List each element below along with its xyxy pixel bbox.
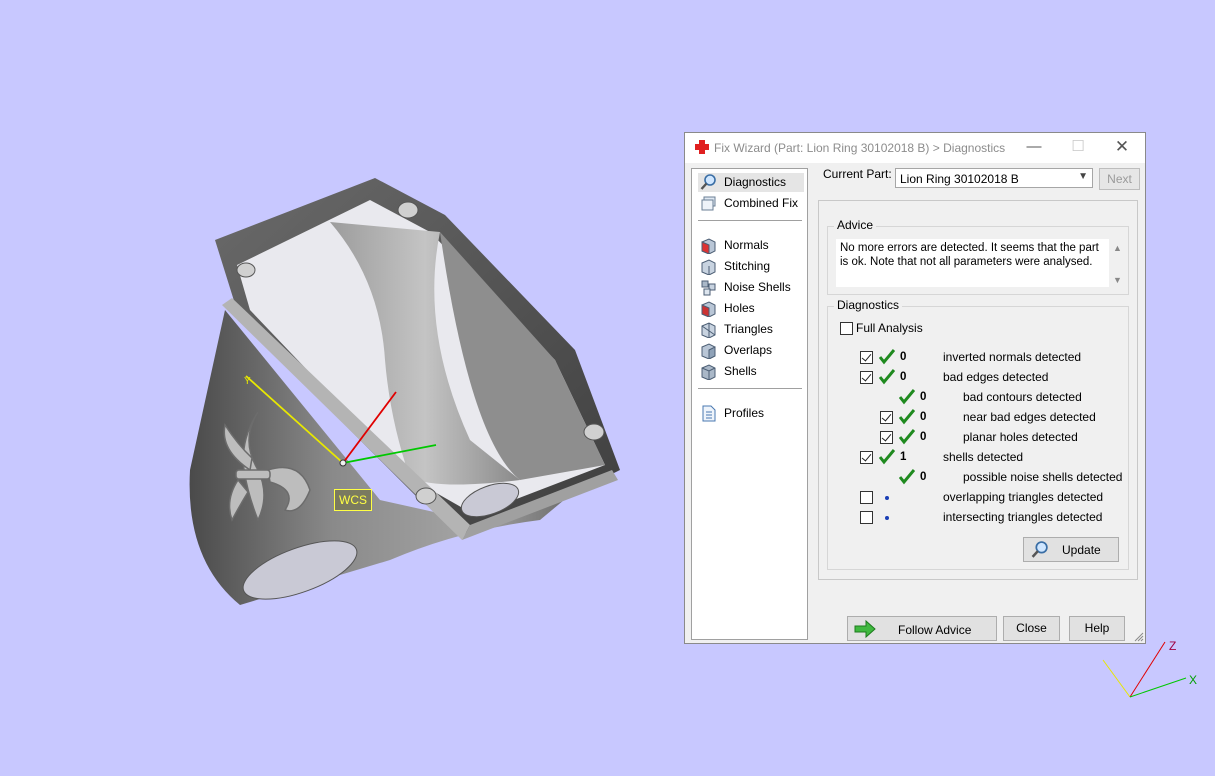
overlaps-cube-icon: [701, 343, 716, 359]
row-checkbox[interactable]: [880, 431, 893, 444]
advice-title: Advice: [834, 218, 877, 232]
dialog-title: Fix Wizard (Part: Lion Ring 30102018 B) …: [714, 141, 1006, 155]
maximize-button[interactable]: ☐: [1055, 133, 1101, 163]
axis-x-label: X: [1189, 673, 1197, 687]
wcs-label: WCS: [334, 489, 372, 511]
pending-dot-icon: [885, 516, 889, 520]
fix-wizard-dialog: Fix Wizard (Part: Lion Ring 30102018 B) …: [684, 132, 1146, 644]
diagnostics-group: Diagnostics Full Analysis 0 inverted nor…: [827, 298, 1129, 570]
row-checkbox[interactable]: [880, 411, 893, 424]
nav-item-normals[interactable]: Normals: [698, 236, 804, 255]
scroll-up-icon[interactable]: ▲: [1113, 241, 1122, 255]
diagnostics-panel: Advice No more errors are detected. It s…: [818, 200, 1138, 580]
row-checkbox[interactable]: [860, 351, 873, 364]
shells-cube-icon: [701, 364, 716, 380]
advice-scrollbar[interactable]: ▲ ▼: [1109, 239, 1126, 287]
minimize-button[interactable]: —: [1011, 133, 1057, 163]
nav-item-combined-fix[interactable]: Combined Fix: [698, 194, 804, 213]
normals-cube-icon: [701, 238, 716, 254]
nav-item-overlaps[interactable]: Overlaps: [698, 341, 804, 360]
nav-item-triangles[interactable]: Triangles: [698, 320, 804, 339]
nav-item-holes[interactable]: Holes: [698, 299, 804, 318]
nav-item-noise-shells[interactable]: Noise Shells: [698, 278, 804, 297]
check-icon: [899, 429, 915, 445]
nav-item-diagnostics[interactable]: Diagnostics: [698, 173, 804, 192]
dialog-titlebar[interactable]: Fix Wizard (Part: Lion Ring 30102018 B) …: [685, 133, 1145, 163]
chevron-down-icon: ▼: [1078, 171, 1088, 182]
nav-separator: [698, 220, 802, 221]
advice-box: No more errors are detected. It seems th…: [836, 239, 1126, 287]
scroll-down-icon[interactable]: ▼: [1113, 273, 1122, 287]
current-part-select[interactable]: Lion Ring 30102018 B ▼: [895, 168, 1093, 188]
check-icon: [879, 369, 895, 385]
check-icon: [879, 449, 895, 465]
row-checkbox[interactable]: [860, 511, 873, 524]
nav-separator: [698, 388, 802, 389]
check-icon: [899, 389, 915, 405]
pending-dot-icon: [885, 496, 889, 500]
magnifier-icon: [1031, 541, 1048, 558]
close-button[interactable]: Close: [1003, 616, 1060, 641]
full-analysis-checkbox[interactable]: [840, 322, 853, 335]
noise-shells-icon: [701, 280, 716, 296]
advice-text: No more errors are detected. It seems th…: [840, 242, 1099, 268]
resize-grip-icon[interactable]: [1134, 632, 1144, 642]
close-window-button[interactable]: ✕: [1099, 133, 1145, 163]
axis-triad: Z X: [1102, 639, 1197, 698]
full-analysis-label: Full Analysis: [856, 321, 923, 335]
green-arrow-icon: [854, 620, 876, 638]
advice-group: Advice No more errors are detected. It s…: [827, 218, 1129, 295]
row-checkbox[interactable]: [860, 371, 873, 384]
triangles-cube-icon: [701, 322, 716, 338]
follow-advice-button[interactable]: Follow Advice: [847, 616, 997, 641]
nav-item-shells[interactable]: Shells: [698, 362, 804, 381]
current-part-label: Current Part:: [823, 167, 892, 181]
update-button[interactable]: Update: [1023, 537, 1119, 562]
check-icon: [879, 349, 895, 365]
nav-item-profiles[interactable]: Profiles: [698, 404, 804, 423]
nav-item-stitching[interactable]: Stitching: [698, 257, 804, 276]
stitching-cube-icon: [701, 259, 716, 275]
red-cross-icon: [695, 140, 709, 154]
stack-icon: [701, 196, 716, 211]
row-checkbox[interactable]: [860, 451, 873, 464]
help-button[interactable]: Help: [1069, 616, 1125, 641]
check-icon: [899, 469, 915, 485]
magnifier-icon: [700, 174, 716, 190]
wizard-nav-panel: Diagnostics Combined Fix Normals Stitchi…: [691, 168, 808, 640]
row-checkbox[interactable]: [860, 491, 873, 504]
wcs-y-label: Y: [244, 376, 251, 387]
document-icon: [702, 405, 716, 422]
diagnostics-title: Diagnostics: [834, 298, 903, 312]
check-icon: [899, 409, 915, 425]
axis-z-label: Z: [1169, 639, 1176, 653]
holes-cube-icon: [701, 301, 716, 317]
next-button[interactable]: Next: [1099, 168, 1140, 190]
